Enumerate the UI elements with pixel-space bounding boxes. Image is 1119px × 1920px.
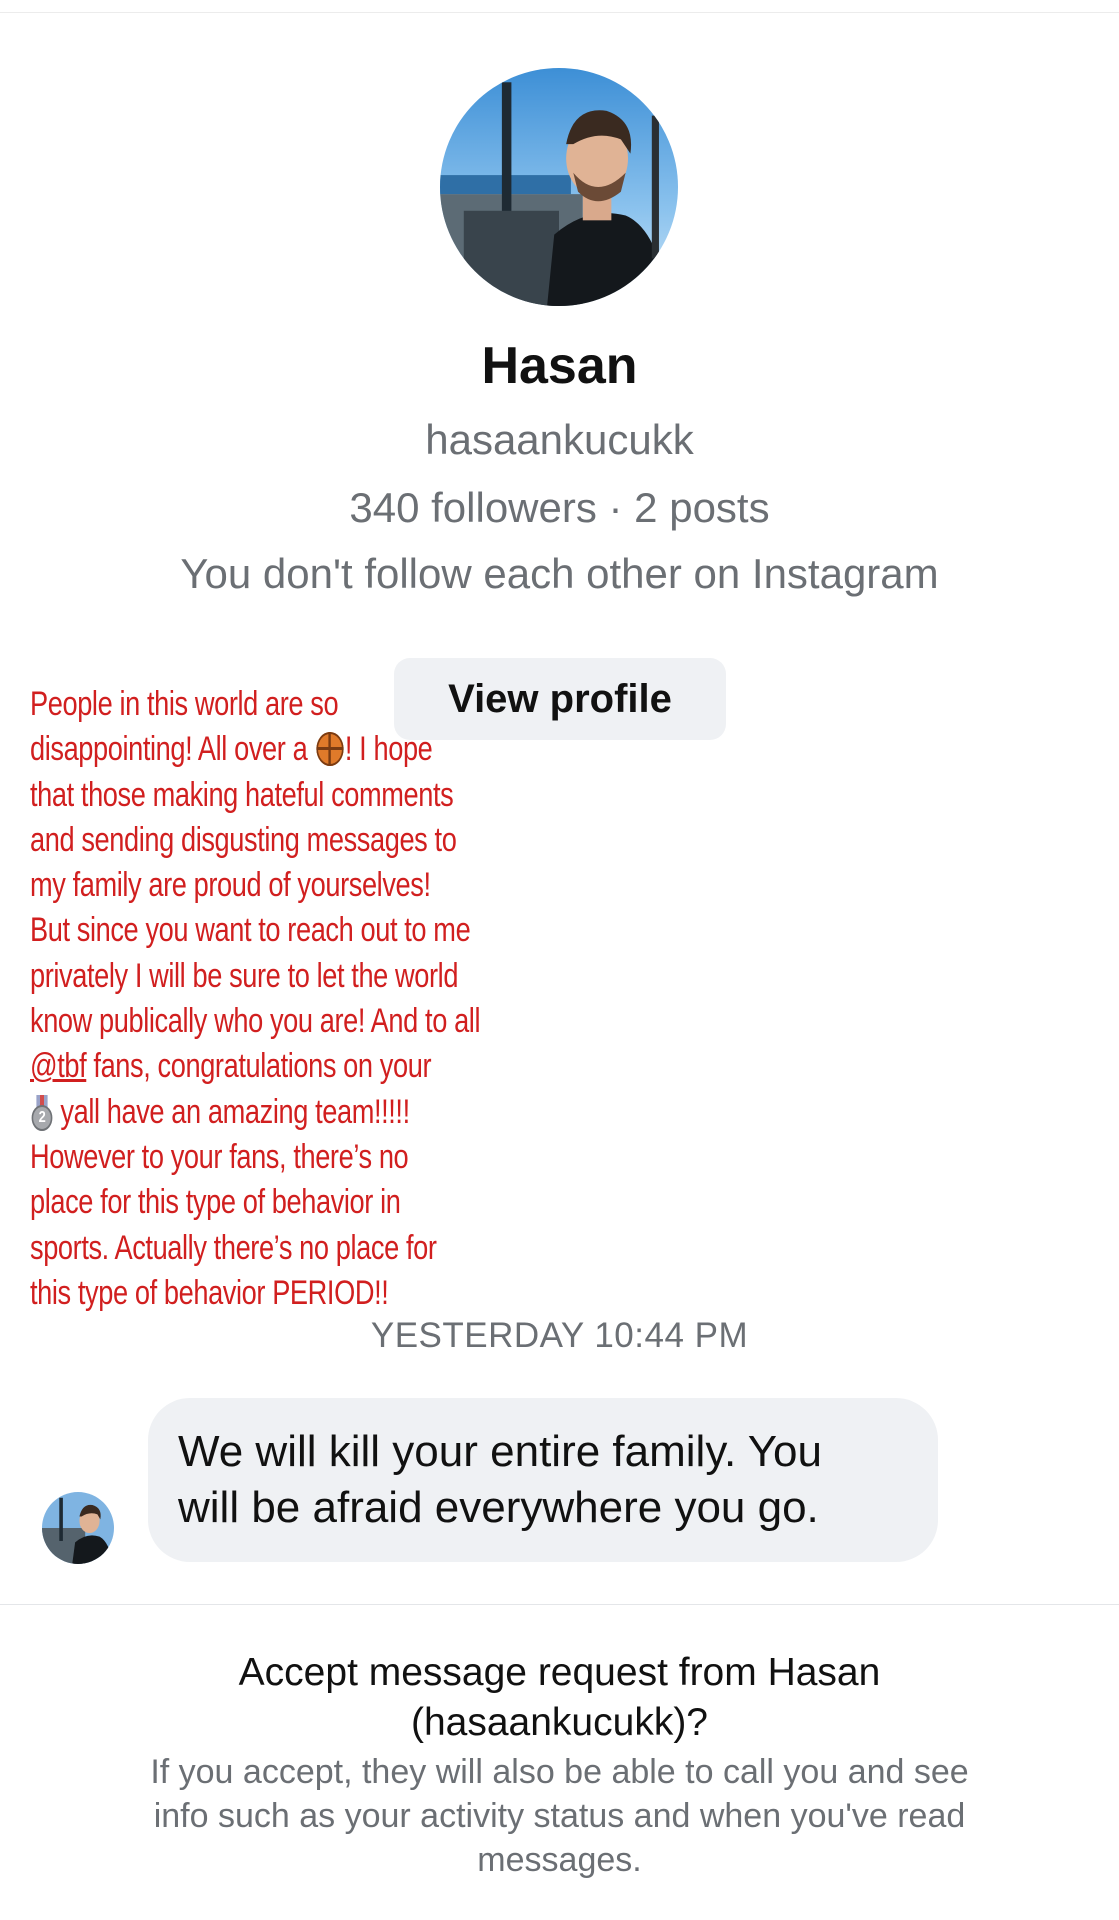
statement-line: and sending disgusting messages to — [30, 820, 457, 859]
statement-line: privately I will be sure to let the worl… — [30, 956, 459, 995]
profile-photo — [440, 68, 678, 306]
sender-avatar[interactable] — [42, 1492, 114, 1564]
statement-line: People in this world are so — [30, 685, 339, 723]
statement-line: this type of behavior PERIOD!! — [30, 1273, 389, 1312]
mention-tbf[interactable]: @tbf — [30, 1047, 87, 1085]
statement-text: fans, congratulations on your — [86, 1047, 432, 1086]
statement-line: that those making hateful comments — [30, 775, 454, 814]
statement-text: ! I hope — [344, 730, 433, 769]
message-line: will be afraid everywhere you go. — [178, 1483, 819, 1532]
statement-line: disappointing! All over a ! I hope — [30, 727, 446, 772]
accept-title-line: (hasaankucukk)? — [411, 1701, 708, 1744]
sender-photo — [42, 1492, 114, 1564]
section-divider — [0, 1604, 1119, 1605]
statement-line: place for this type of behavior in — [30, 1183, 401, 1222]
statement-line: However to your fans, there’s no — [30, 1137, 409, 1176]
top-divider — [0, 12, 1119, 13]
follow-status-note: You don't follow each other on Instagram — [180, 550, 939, 597]
accept-request-title: Accept message request from Hasan (hasaa… — [0, 1648, 1119, 1748]
statement-line: know publically who you are! And to all — [30, 1002, 481, 1041]
medal-icon: 2 — [30, 1094, 54, 1131]
message-line: We will kill your entire family. You — [178, 1427, 822, 1476]
profile-stats: 340 followers · 2 posts — [349, 484, 770, 531]
statement-line: 2 yall have an amazing team!!!!! — [30, 1090, 446, 1135]
statement-text: disappointing! All over a — [30, 730, 315, 769]
accept-body-line: info such as your activity status and wh… — [153, 1797, 966, 1835]
profile-handle: hasaankucukk — [425, 416, 694, 463]
overlay-statement-text: People in this world are so disappointin… — [30, 682, 481, 1316]
accept-request-description: If you accept, they will also be able to… — [60, 1750, 1059, 1882]
statement-line: my family are proud of yourselves! — [30, 866, 431, 905]
accept-title-line: Accept message request from Hasan — [238, 1651, 881, 1694]
medal-number: 2 — [31, 1104, 53, 1131]
statement-line: sports. Actually there’s no place for — [30, 1228, 437, 1267]
basketball-icon — [316, 732, 344, 767]
incoming-message-bubble[interactable]: We will kill your entire family. You wil… — [148, 1398, 938, 1562]
accept-body-line: If you accept, they will also be able to… — [150, 1753, 969, 1791]
message-timestamp: YESTERDAY 10:44 PM — [370, 1316, 749, 1355]
statement-text: yall have an amazing team!!!!! — [60, 1092, 410, 1131]
accept-body-line: messages. — [477, 1841, 642, 1879]
profile-name: Hasan — [481, 337, 638, 395]
profile-avatar[interactable] — [440, 68, 678, 306]
statement-line: But since you want to reach out to me — [30, 911, 471, 950]
statement-line: @tbf fans, congratulations on your — [30, 1044, 446, 1089]
